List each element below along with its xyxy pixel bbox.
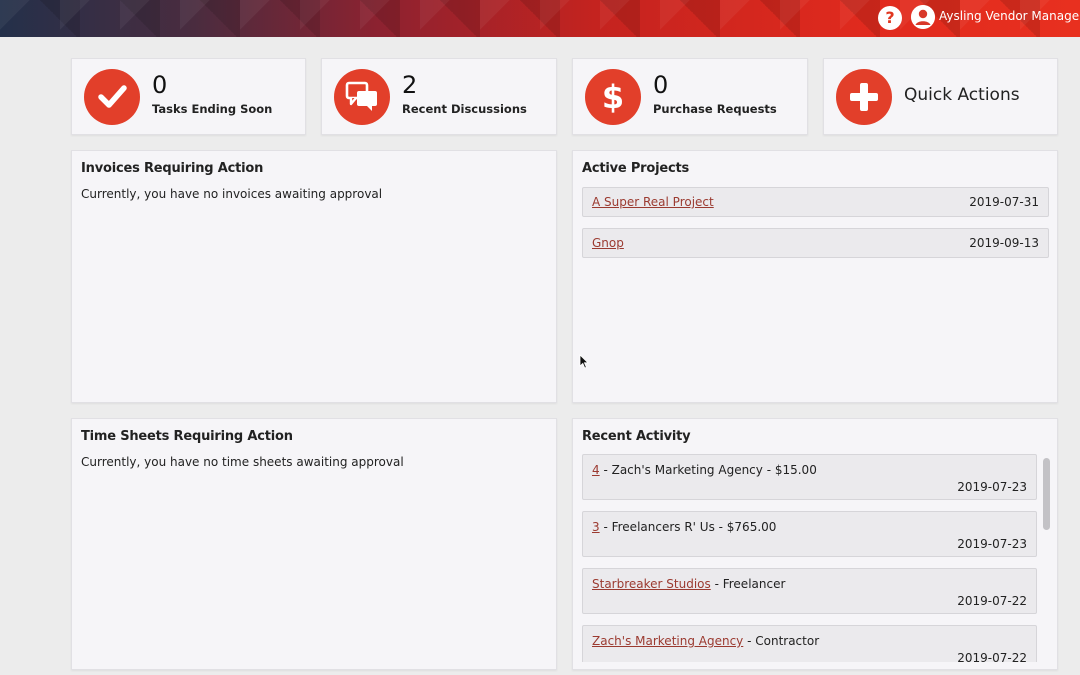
invoices-title: Invoices Requiring Action xyxy=(81,161,264,176)
tasks-count: 0 xyxy=(152,71,168,99)
activity-link[interactable]: 4 xyxy=(592,463,600,477)
activity-list[interactable]: 4 - Zach's Marketing Agency - $15.00 201… xyxy=(582,454,1051,662)
time-sheets-message: Currently, you have no time sheets await… xyxy=(81,455,404,469)
help-icon[interactable]: ? xyxy=(878,6,902,30)
activity-link[interactable]: Zach's Marketing Agency xyxy=(592,634,743,648)
project-link[interactable]: Gnop xyxy=(592,236,624,250)
invoices-panel: Invoices Requiring Action Currently, you… xyxy=(71,150,557,403)
activity-text: - Freelancers R' Us - $765.00 xyxy=(599,520,777,534)
active-projects-panel: Active Projects A Super Real Project 201… xyxy=(572,150,1058,403)
purchase-requests-label: Purchase Requests xyxy=(653,102,777,116)
activity-item: Starbreaker Studios - Freelancer 2019-07… xyxy=(582,568,1037,614)
scrollbar-thumb[interactable] xyxy=(1043,458,1050,530)
activity-link[interactable]: Starbreaker Studios xyxy=(592,577,711,591)
project-date: 2019-09-13 xyxy=(969,236,1039,250)
activity-item: Zach's Marketing Agency - Contractor 201… xyxy=(582,625,1037,662)
activity-date: 2019-07-23 xyxy=(957,537,1027,551)
top-navigation-bar: ? Aysling Vendor Management xyxy=(0,0,1080,37)
discussions-label: Recent Discussions xyxy=(402,102,527,116)
mouse-cursor-icon xyxy=(579,354,589,373)
activity-item: 3 - Freelancers R' Us - $765.00 2019-07-… xyxy=(582,511,1037,557)
recent-discussions-card[interactable]: 2 Recent Discussions xyxy=(321,58,557,135)
activity-scrollbar[interactable] xyxy=(1043,454,1050,662)
time-sheets-title: Time Sheets Requiring Action xyxy=(81,429,293,444)
activity-item: 4 - Zach's Marketing Agency - $15.00 201… xyxy=(582,454,1037,500)
activity-date: 2019-07-22 xyxy=(957,594,1027,608)
invoices-message: Currently, you have no invoices awaiting… xyxy=(81,187,383,201)
project-row: Gnop 2019-09-13 xyxy=(582,228,1049,258)
project-link[interactable]: A Super Real Project xyxy=(592,195,714,209)
time-sheets-panel: Time Sheets Requiring Action Currently, … xyxy=(71,418,557,670)
projects-title: Active Projects xyxy=(582,161,690,176)
tasks-label: Tasks Ending Soon xyxy=(152,102,273,116)
project-row: A Super Real Project 2019-07-31 xyxy=(582,187,1049,217)
checkmark-icon xyxy=(84,69,140,125)
chat-bubbles-icon xyxy=(334,69,390,125)
recent-activity-title: Recent Activity xyxy=(582,429,691,444)
activity-date: 2019-07-22 xyxy=(957,651,1027,662)
activity-text: - Freelancer xyxy=(710,577,786,591)
recent-activity-panel: Recent Activity 4 - Zach's Marketing Age… xyxy=(572,418,1058,670)
activity-text: - Contractor xyxy=(743,634,820,648)
activity-text: - Zach's Marketing Agency - $15.00 xyxy=(599,463,817,477)
discussions-count: 2 xyxy=(402,71,418,99)
svg-text:$: $ xyxy=(602,78,624,116)
tasks-ending-soon-card[interactable]: 0 Tasks Ending Soon xyxy=(71,58,306,135)
dollar-icon: $ xyxy=(585,69,641,125)
activity-date: 2019-07-23 xyxy=(957,480,1027,494)
project-date: 2019-07-31 xyxy=(969,195,1039,209)
quick-actions-card[interactable]: Quick Actions xyxy=(823,58,1058,135)
user-menu-label[interactable]: Aysling Vendor Management xyxy=(939,9,1080,23)
purchase-requests-count: 0 xyxy=(653,71,669,99)
quick-actions-label: Quick Actions xyxy=(904,85,1020,105)
plus-icon xyxy=(836,69,892,125)
user-avatar-icon[interactable] xyxy=(911,5,935,29)
activity-link[interactable]: 3 xyxy=(592,520,600,534)
purchase-requests-card[interactable]: $ 0 Purchase Requests xyxy=(572,58,808,135)
